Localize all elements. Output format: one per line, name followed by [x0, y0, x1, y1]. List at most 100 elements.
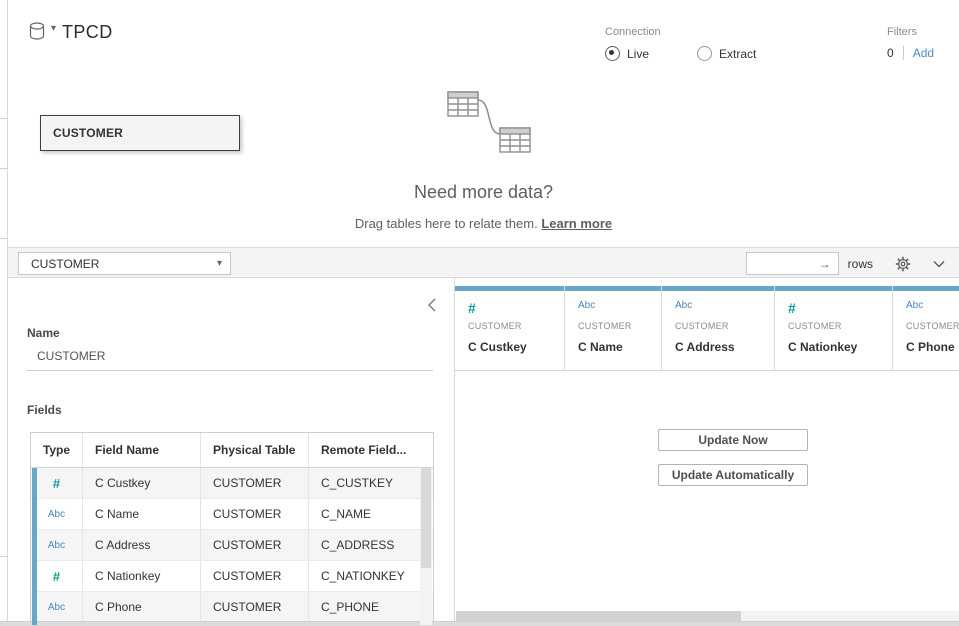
- grid-column-c-nationkey[interactable]: # CUSTOMER C Nationkey: [775, 286, 893, 370]
- physical-table-cell: CUSTOMER: [201, 530, 309, 560]
- fields-table-scrollbar[interactable]: [420, 468, 432, 625]
- grid-column-c-address[interactable]: Abc CUSTOMER C Address: [662, 286, 775, 370]
- physical-table-cell: CUSTOMER: [201, 499, 309, 529]
- connection-label: Connection: [605, 26, 804, 38]
- name-label: Name: [27, 326, 60, 340]
- grid-column-c-phone[interactable]: Abc CUSTOMER C Phone: [893, 286, 959, 370]
- table-selector-value: CUSTOMER: [31, 257, 99, 271]
- number-type-icon: #: [53, 476, 60, 491]
- column-header-physical-table[interactable]: Physical Table: [201, 433, 309, 467]
- datasource-menu[interactable]: ▾: [28, 21, 56, 43]
- chevron-down-icon: ▾: [217, 258, 222, 269]
- chevron-down-icon[interactable]: [933, 260, 945, 268]
- table-node-label: CUSTOMER: [53, 126, 123, 140]
- add-filter-button[interactable]: Add: [913, 46, 934, 60]
- grid-column-c-custkey[interactable]: # CUSTOMER C Custkey: [455, 286, 565, 370]
- column-header-field-name[interactable]: Field Name: [83, 433, 201, 467]
- gear-icon[interactable]: [895, 256, 911, 272]
- column-field-label: C Custkey: [468, 340, 552, 354]
- physical-table-cell: CUSTOMER: [201, 468, 309, 498]
- grid-column-c-name[interactable]: Abc CUSTOMER C Name: [565, 286, 662, 370]
- extract-radio-label[interactable]: Extract: [719, 47, 756, 61]
- column-table-label: CUSTOMER: [578, 321, 649, 331]
- arrow-right-icon: →: [819, 257, 831, 271]
- table-details-region: Name CUSTOMER Fields Type Field Name Phy…: [8, 278, 959, 626]
- learn-more-link[interactable]: Learn more: [541, 216, 612, 231]
- column-field-label: C Nationkey: [788, 340, 880, 354]
- extract-radio[interactable]: [697, 46, 712, 61]
- collapse-panel-icon[interactable]: [425, 295, 439, 315]
- bottom-scroll-track: [0, 621, 959, 626]
- relate-tables-icon: [446, 90, 546, 160]
- filters-block: Filters 0 Add: [887, 26, 934, 60]
- remote-field-cell: C_CUSTKEY: [309, 468, 421, 498]
- grid-horizontal-scrollbar[interactable]: [456, 611, 959, 621]
- string-type-icon: Abc: [578, 300, 649, 314]
- divider: [903, 46, 904, 60]
- table-name-input[interactable]: CUSTOMER: [37, 349, 105, 363]
- column-table-label: CUSTOMER: [468, 321, 552, 331]
- remote-field-cell: C_NATIONKEY: [309, 561, 421, 591]
- update-automatically-button[interactable]: Update Automatically: [658, 464, 808, 486]
- scrollbar-thumb[interactable]: [421, 468, 431, 568]
- pane-tick: [0, 556, 8, 557]
- column-header-remote-field[interactable]: Remote Field...: [309, 433, 421, 467]
- fields-label: Fields: [27, 403, 62, 417]
- string-type-icon: Abc: [675, 300, 762, 314]
- empty-state-hint: Drag tables here to relate them.: [355, 216, 538, 231]
- data-grid-header: # CUSTOMER C Custkey Abc CUSTOMER C Name…: [455, 286, 959, 371]
- number-type-icon: #: [468, 300, 552, 314]
- connection-block: Connection Live Extract: [605, 26, 804, 61]
- empty-state-subtitle: Drag tables here to relate them. Learn m…: [8, 216, 959, 231]
- selected-rows-accent-bar: [32, 468, 37, 625]
- tableau-datasource-page: ▾ TPCD Connection Live Extract Filters 0…: [0, 0, 959, 626]
- number-type-icon: #: [788, 300, 880, 314]
- pane-tick: [0, 118, 8, 119]
- page-title: TPCD: [62, 22, 113, 43]
- table-selector-dropdown[interactable]: CUSTOMER ▾: [18, 252, 231, 275]
- update-now-button[interactable]: Update Now: [658, 429, 808, 451]
- table-row[interactable]: # C Nationkey CUSTOMER C_NATIONKEY: [31, 561, 433, 592]
- datasource-canvas: ▾ TPCD Connection Live Extract Filters 0…: [8, 0, 959, 248]
- table-toolbar: CUSTOMER ▾ → rows: [8, 248, 959, 278]
- chevron-down-icon: ▾: [51, 23, 56, 34]
- scrollbar-thumb[interactable]: [456, 611, 741, 621]
- field-name-cell: C Phone: [83, 592, 201, 622]
- column-table-label: CUSTOMER: [788, 321, 880, 331]
- string-type-icon: Abc: [48, 540, 65, 551]
- string-type-icon: Abc: [906, 300, 959, 314]
- string-type-icon: Abc: [48, 509, 65, 520]
- remote-field-cell: C_PHONE: [309, 592, 421, 622]
- physical-table-cell: CUSTOMER: [201, 561, 309, 591]
- column-table-label: CUSTOMER: [906, 321, 959, 331]
- table-row[interactable]: # C Custkey CUSTOMER C_CUSTKEY: [31, 468, 433, 499]
- pane-tick: [0, 168, 8, 169]
- rows-count-input[interactable]: →: [746, 252, 839, 275]
- pane-tick: [0, 238, 8, 239]
- column-table-label: CUSTOMER: [675, 321, 762, 331]
- column-header-type[interactable]: Type: [31, 433, 83, 467]
- input-underline: [27, 370, 433, 371]
- live-radio-label[interactable]: Live: [627, 47, 649, 61]
- rows-controls: → rows: [746, 252, 949, 275]
- empty-state-title: Need more data?: [8, 182, 959, 203]
- live-radio[interactable]: [605, 46, 620, 61]
- remote-field-cell: C_NAME: [309, 499, 421, 529]
- table-row[interactable]: Abc C Name CUSTOMER C_NAME: [31, 499, 433, 530]
- field-name-cell: C Name: [83, 499, 201, 529]
- fields-table-header: Type Field Name Physical Table Remote Fi…: [31, 433, 433, 468]
- column-field-label: C Address: [675, 340, 762, 354]
- field-name-cell: C Nationkey: [83, 561, 201, 591]
- column-field-label: C Name: [578, 340, 649, 354]
- filters-count: 0: [887, 46, 894, 60]
- rows-unit-label: rows: [848, 257, 873, 271]
- filters-label: Filters: [887, 26, 934, 38]
- fields-table: Type Field Name Physical Table Remote Fi…: [30, 432, 434, 626]
- number-type-icon: #: [53, 569, 60, 584]
- field-name-cell: C Custkey: [83, 468, 201, 498]
- collapsed-left-pane[interactable]: [0, 0, 8, 626]
- table-row[interactable]: Abc C Address CUSTOMER C_ADDRESS: [31, 530, 433, 561]
- table-row[interactable]: Abc C Phone CUSTOMER C_PHONE: [31, 592, 433, 623]
- remote-field-cell: C_ADDRESS: [309, 530, 421, 560]
- customer-table-node[interactable]: CUSTOMER: [40, 115, 240, 151]
